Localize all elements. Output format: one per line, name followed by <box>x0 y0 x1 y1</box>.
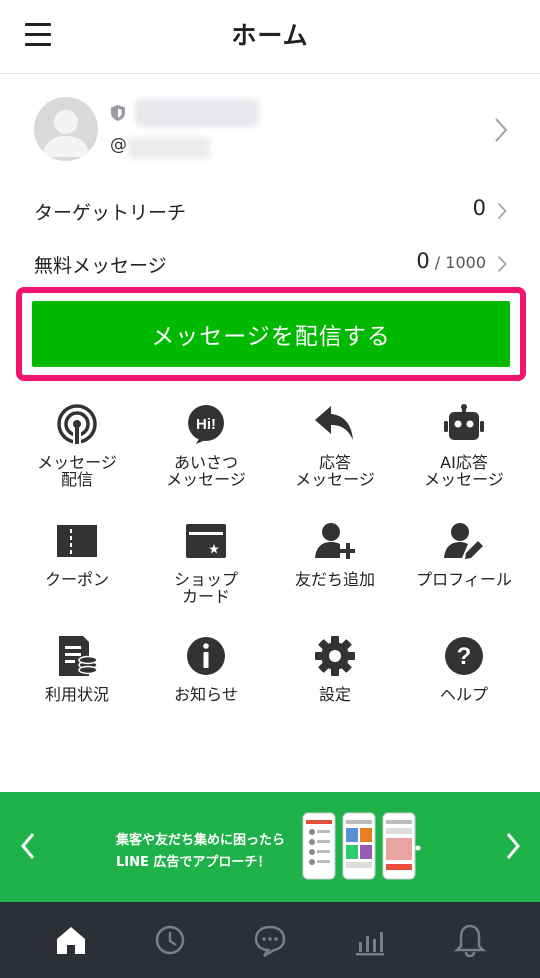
free-message-value: 0 / 1000 <box>416 249 486 273</box>
chevron-right-icon <box>497 255 507 273</box>
menu-settings-label: 設定 <box>318 685 351 704</box>
banner-text: 集客や友だち集めに困ったら LINE 広告でアプローチ！ <box>116 830 316 874</box>
menu-auto-reply-label: 応答 メッセージ <box>295 453 375 489</box>
help-icon: ? <box>445 637 483 675</box>
menu-auto-reply[interactable]: 応答 メッセージ <box>270 404 400 512</box>
chart-icon[interactable] <box>350 920 390 960</box>
menu-profile[interactable]: プロフィール <box>399 521 529 629</box>
menu-greeting-message[interactable]: Hi! あいさつ メッセージ <box>141 404 271 512</box>
menu-ai-reply-label: AI応答 メッセージ <box>424 453 504 489</box>
bell-icon[interactable] <box>450 920 490 960</box>
account-id-prefix: @ <box>110 135 127 155</box>
info-icon <box>187 637 225 675</box>
menu-notice[interactable]: お知らせ <box>141 636 271 744</box>
reply-arrow-icon <box>315 406 353 440</box>
menu-help-label: ヘルプ <box>439 685 488 704</box>
free-message-quota: / 1000 <box>429 253 486 272</box>
hi-bubble-icon: Hi! <box>188 405 224 444</box>
clock-icon[interactable] <box>150 920 190 960</box>
card-icon <box>186 524 226 558</box>
menu-add-friend[interactable]: 友だち追加 <box>270 521 400 629</box>
account-summary[interactable]: @ <box>0 75 540 185</box>
broadcast-icon <box>57 404 97 444</box>
ticket-icon <box>57 525 97 557</box>
menu-coupon[interactable]: クーポン <box>12 521 142 629</box>
menu-help[interactable]: ? ヘルプ <box>399 636 529 744</box>
banner-line-1: 集客や友だち集めに困ったら <box>116 833 286 848</box>
menu-ai-reply[interactable]: AI応答 メッセージ <box>399 404 529 512</box>
app-header: ホーム <box>0 0 540 74</box>
chevron-right-icon <box>495 118 508 142</box>
usage-report-icon <box>59 636 97 676</box>
shield-icon <box>111 105 125 121</box>
banner-line-2: LINE 広告でアプローチ！ <box>116 855 271 870</box>
chat-icon[interactable] <box>250 920 290 960</box>
menu-shop-card[interactable]: ショップ カード <box>141 521 271 629</box>
avatar <box>34 97 98 161</box>
target-reach-value: 0 <box>472 196 486 220</box>
menu-add-friend-label: 友だち追加 <box>294 570 375 589</box>
target-reach-row[interactable]: ターゲットリーチ 0 <box>0 186 540 236</box>
free-message-label: 無料メッセージ <box>34 255 167 277</box>
chevron-left-icon[interactable] <box>20 832 36 860</box>
svg-text:Hi!: Hi! <box>196 416 216 433</box>
svg-text:?: ? <box>457 643 472 670</box>
free-message-row[interactable]: 無料メッセージ 0 / 1000 <box>0 239 540 289</box>
cta-highlight-frame: メッセージを配信する <box>16 287 526 381</box>
ad-banner[interactable]: 集客や友だち集めに困ったら LINE 広告でアプローチ！ <box>0 792 540 902</box>
home-icon[interactable] <box>51 920 91 960</box>
menu-greeting-message-label: あいさつ メッセージ <box>166 453 246 489</box>
free-message-count: 0 <box>416 249 430 273</box>
bottom-nav <box>0 902 540 978</box>
menu-profile-label: プロフィール <box>416 570 512 589</box>
add-user-icon <box>315 523 355 559</box>
chevron-right-icon[interactable] <box>505 832 521 860</box>
robot-icon <box>444 404 484 440</box>
target-reach-label: ターゲットリーチ <box>34 202 187 224</box>
page-title: ホーム <box>231 21 309 50</box>
gear-icon <box>315 636 355 676</box>
menu-settings[interactable]: 設定 <box>270 636 400 744</box>
menu-usage-label: 利用状況 <box>44 685 109 704</box>
profile-edit-icon <box>444 523 483 559</box>
send-message-button[interactable]: メッセージを配信する <box>32 301 510 367</box>
menu-notice-label: お知らせ <box>174 685 238 704</box>
menu-usage[interactable]: 利用状況 <box>12 636 142 744</box>
account-id-redacted <box>128 137 210 159</box>
chevron-right-icon <box>497 202 507 220</box>
account-name-redacted <box>135 99 259 127</box>
menu-coupon-label: クーポン <box>44 570 109 589</box>
menu-shop-card-label: ショップ カード <box>173 570 238 606</box>
menu-message-delivery-label: メッセージ 配信 <box>37 453 117 489</box>
menu-message-delivery[interactable]: メッセージ 配信 <box>12 404 142 512</box>
phone-mockups-illustration <box>302 812 421 880</box>
